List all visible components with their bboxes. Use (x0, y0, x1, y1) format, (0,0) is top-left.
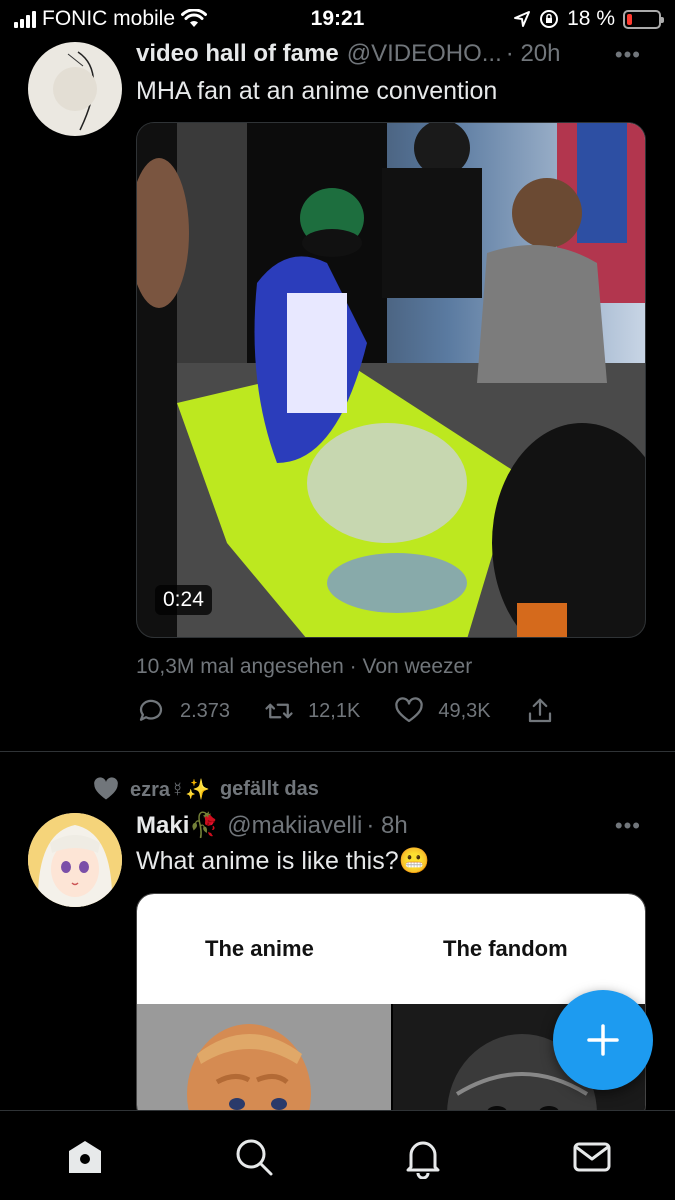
tab-home[interactable] (63, 1135, 107, 1179)
author-handle[interactable]: @makiiavelli (227, 812, 362, 840)
more-options-icon[interactable]: ••• (615, 813, 641, 839)
card-right-label: The fandom (443, 936, 568, 961)
tab-bar (0, 1110, 675, 1200)
plus-icon (587, 1024, 619, 1056)
messages-icon (573, 1142, 611, 1172)
author-name[interactable]: Maki🥀 (136, 811, 219, 840)
tab-search[interactable] (232, 1135, 276, 1179)
search-icon (236, 1139, 273, 1176)
home-icon (69, 1141, 101, 1173)
notifications-icon (406, 1141, 440, 1180)
tweet-header: Maki🥀 @makiiavelli · 8h (136, 811, 651, 840)
tab-messages[interactable] (570, 1135, 614, 1179)
card-header: The anime The fandom (137, 894, 645, 1004)
compose-tweet-button[interactable] (553, 990, 653, 1090)
tweet-text: What anime is like this?😬 (136, 847, 430, 875)
avatar-image (28, 813, 122, 907)
avatar[interactable] (28, 813, 122, 907)
card-left-label: The anime (205, 936, 314, 961)
tweet-time: · 8h (366, 812, 408, 839)
tab-notifications[interactable] (401, 1135, 445, 1180)
tweet[interactable]: Maki🥀 @makiiavelli · 8h ••• What anime i… (0, 0, 675, 1123)
